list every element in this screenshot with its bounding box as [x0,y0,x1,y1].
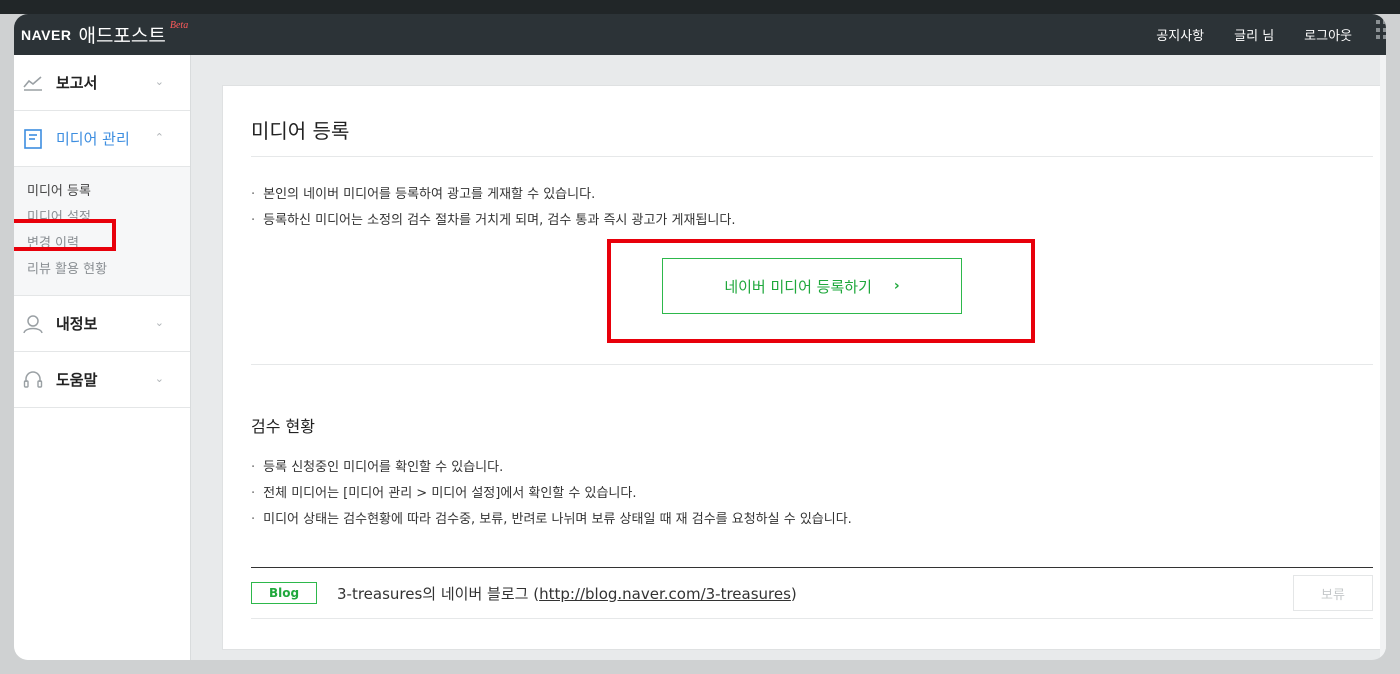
register-button-label: 네이버 미디어 등록하기 [724,277,872,296]
sidebar-item-label: 보고서 [56,74,98,92]
nav-notice-link[interactable]: 공지사항 [1156,25,1204,44]
page-title: 미디어 등록 [251,119,350,143]
user-icon [22,313,44,335]
sidebar-item-help[interactable]: 도움말 ⌄ [14,352,190,408]
logo[interactable]: NAVER 애드포스트 Beta [21,14,188,55]
divider [251,156,1373,157]
register-naver-media-button[interactable]: 네이버 미디어 등록하기 › [662,258,962,314]
status-hold-button[interactable]: 보류 [1293,575,1373,611]
app-window: NAVER 애드포스트 Beta 공지사항 글리 님 로그아웃 보고서 ⌄ 미디… [14,14,1386,660]
register-notes: 본인의 네이버 미디어를 등록하여 광고를 게재할 수 있습니다. 등록하신 미… [251,182,735,234]
media-name-text: 3-treasures의 네이버 블로그 ( [337,584,540,603]
sidebar-item-label: 미디어 관리 [56,130,130,148]
chart-line-icon [22,72,44,94]
document-icon [22,128,44,150]
browser-top-strip [0,0,1400,14]
submenu-item-media-settings[interactable]: 미디어 설정 [27,205,190,231]
review-notes: 등록 신청중인 미디어를 확인할 수 있습니다. 전체 미디어는 [미디어 관리… [251,455,852,533]
note-line: 본인의 네이버 미디어를 등록하여 광고를 게재할 수 있습니다. [251,182,735,208]
chevron-down-icon: ⌄ [154,372,164,385]
main-content: 미디어 등록 본인의 네이버 미디어를 등록하여 광고를 게재할 수 있습니다.… [222,85,1386,650]
table-row: Blog 3-treasures의 네이버 블로그 (http://blog.n… [251,568,1373,619]
nav-logout-link[interactable]: 로그아웃 [1304,25,1352,44]
sidebar-item-myinfo[interactable]: 내정보 ⌄ [14,296,190,352]
chevron-up-icon: ⌃ [154,131,164,144]
top-nav: 공지사항 글리 님 로그아웃 [1156,14,1352,55]
sidebar-item-label: 내정보 [56,315,98,333]
note-line: 전체 미디어는 [미디어 관리 > 미디어 설정]에서 확인할 수 있습니다. [251,481,852,507]
media-name-suffix: ) [790,584,797,603]
note-line: 등록하신 미디어는 소정의 검수 절차를 거치게 되며, 검수 통과 즉시 광고… [251,208,735,234]
chevron-down-icon: ⌄ [154,316,164,329]
headset-icon [22,369,44,391]
apps-grid-icon[interactable] [1376,20,1386,40]
submenu-item-review-usage[interactable]: 리뷰 활용 현황 [27,257,190,283]
beta-label: Beta [169,20,189,31]
sidebar-item-report[interactable]: 보고서 ⌄ [14,55,190,111]
chevron-right-icon: › [893,278,900,294]
media-type-badge: Blog [251,582,317,604]
sidebar-item-label: 도움말 [56,371,98,389]
divider [251,364,1373,365]
review-section-title: 검수 현황 [251,417,315,436]
naver-logo-text: NAVER [21,26,72,43]
top-bar: NAVER 애드포스트 Beta 공지사항 글리 님 로그아웃 [14,14,1386,55]
sidebar: 보고서 ⌄ 미디어 관리 ⌃ 미디어 등록 미디어 설정 변경 이력 리뷰 활용… [14,55,191,660]
media-name: 3-treasures의 네이버 블로그 (http://blog.naver.… [337,583,797,604]
chevron-down-icon: ⌄ [154,75,164,88]
submenu-item-media-register[interactable]: 미디어 등록 [27,179,190,205]
submenu-item-change-history[interactable]: 변경 이력 [27,231,190,257]
sidebar-item-media[interactable]: 미디어 관리 ⌃ [14,111,190,167]
sidebar-submenu: 미디어 등록 미디어 설정 변경 이력 리뷰 활용 현황 [14,167,190,296]
scrollbar-track[interactable] [1380,55,1386,660]
service-name: 애드포스트 [78,25,166,47]
note-line: 미디어 상태는 검수현황에 따라 검수중, 보류, 반려로 나뉘며 보류 상태일… [251,507,852,533]
media-url-link[interactable]: http://blog.naver.com/3-treasures [539,585,791,603]
nav-user-name[interactable]: 글리 님 [1234,25,1274,44]
note-line: 등록 신청중인 미디어를 확인할 수 있습니다. [251,455,852,481]
